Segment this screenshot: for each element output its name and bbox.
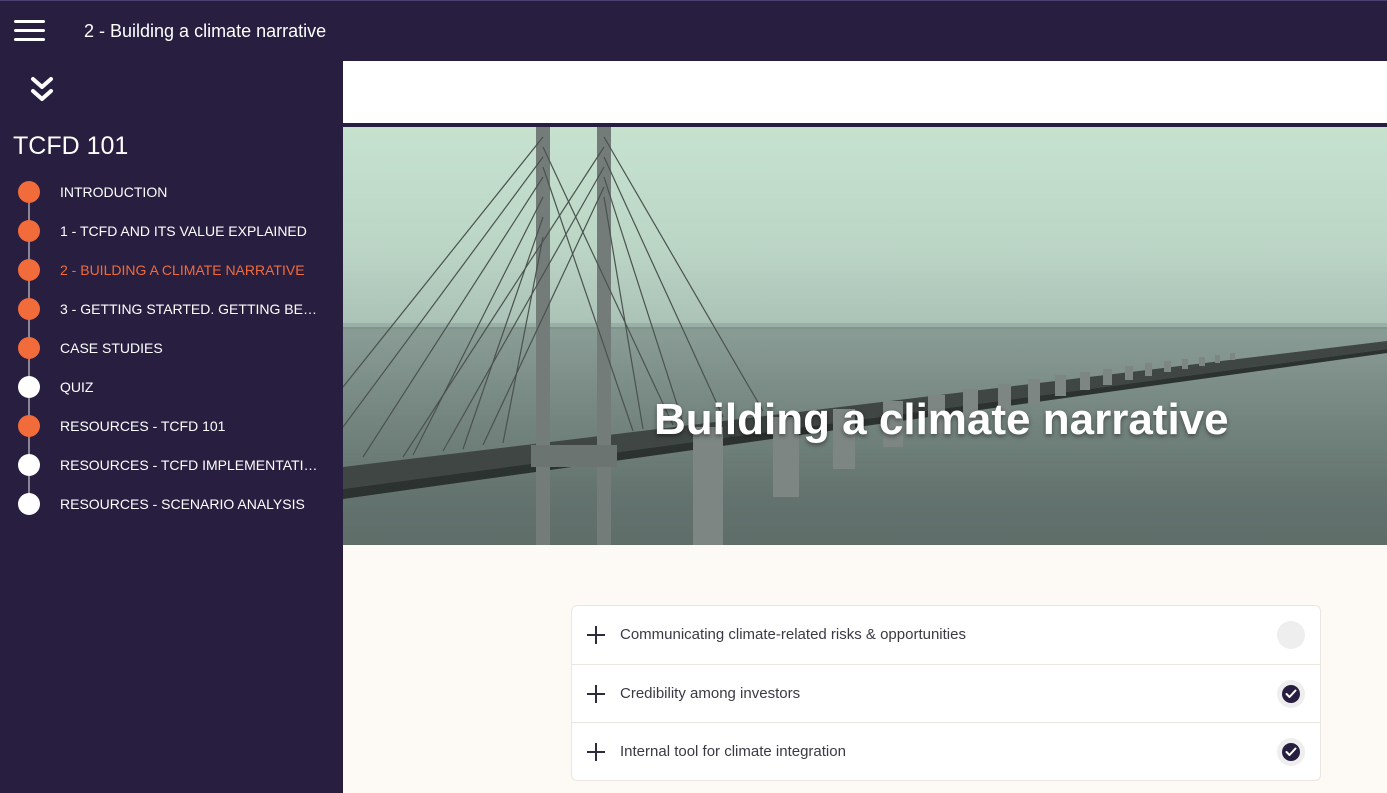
accordion-item-label: Internal tool for climate integration — [620, 743, 846, 760]
hero-banner: Building a climate narrative — [343, 123, 1387, 545]
sidebar-item-label: INTRODUCTION — [60, 184, 168, 200]
bridge-image — [343, 127, 1387, 545]
sidebar-item-resources-tcfd-101[interactable]: RESOURCES - TCFD 101 — [0, 405, 343, 444]
status-dot-complete — [18, 415, 40, 437]
status-dot-complete — [18, 298, 40, 320]
status-dot-complete — [18, 181, 40, 203]
sidebar-item-label: QUIZ — [60, 379, 94, 395]
complete-status-icon — [1277, 738, 1305, 766]
sidebar-item-resources-scenario-analysis[interactable]: RESOURCES - SCENARIO ANALYSIS — [0, 483, 343, 522]
sidebar-item-label: RESOURCES - TCFD 101 — [60, 418, 226, 434]
sidebar-item-label: 2 - BUILDING A CLIMATE NARRATIVE — [60, 262, 305, 278]
status-dot-complete — [18, 337, 40, 359]
status-dot-incomplete — [18, 454, 40, 476]
plus-icon — [587, 685, 605, 703]
main-content: Building a climate narrative Communicati… — [343, 61, 1387, 793]
hero-title: Building a climate narrative — [654, 395, 1229, 444]
status-dot-complete — [18, 259, 40, 281]
top-bar: 2 - Building a climate narrative — [0, 0, 1387, 61]
checkmark-icon — [1282, 743, 1300, 761]
accordion: Communicating climate-related risks & op… — [571, 605, 1321, 781]
sidebar-item-getting-started[interactable]: 3 - GETTING STARTED. GETTING BETTER. — [0, 288, 343, 327]
sidebar-item-label: CASE STUDIES — [60, 340, 163, 356]
sidebar-item-label: RESOURCES - TCFD IMPLEMENTATION — [60, 457, 322, 473]
sidebar-item-case-studies[interactable]: CASE STUDIES — [0, 327, 343, 366]
hamburger-menu-icon[interactable] — [14, 20, 45, 42]
accordion-item[interactable]: Communicating climate-related risks & op… — [572, 606, 1320, 664]
sidebar: TCFD 101 INTRODUCTION 1 - TCFD AND ITS V… — [0, 61, 343, 793]
status-dot-incomplete — [18, 493, 40, 515]
header-spacer — [343, 61, 1387, 123]
complete-status-icon — [1277, 680, 1305, 708]
sidebar-item-resources-tcfd-implementation[interactable]: RESOURCES - TCFD IMPLEMENTATION — [0, 444, 343, 483]
sidebar-item-climate-narrative[interactable]: 2 - BUILDING A CLIMATE NARRATIVE — [0, 249, 343, 288]
lesson-title: 2 - Building a climate narrative — [84, 21, 327, 41]
sidebar-item-label: 3 - GETTING STARTED. GETTING BETTER. — [60, 301, 322, 317]
lesson-nav: INTRODUCTION 1 - TCFD AND ITS VALUE EXPL… — [0, 171, 343, 522]
accordion-item[interactable]: Credibility among investors — [572, 664, 1320, 722]
double-chevron-down-icon[interactable] — [28, 75, 56, 107]
sidebar-item-label: 1 - TCFD AND ITS VALUE EXPLAINED — [60, 223, 307, 239]
accordion-item[interactable]: Internal tool for climate integration — [572, 722, 1320, 780]
sidebar-item-introduction[interactable]: INTRODUCTION — [0, 171, 343, 210]
accordion-item-label: Credibility among investors — [620, 685, 801, 702]
sidebar-item-quiz[interactable]: QUIZ — [0, 366, 343, 405]
sidebar-item-tcfd-value[interactable]: 1 - TCFD AND ITS VALUE EXPLAINED — [0, 210, 343, 249]
incomplete-status-icon — [1277, 621, 1305, 649]
plus-icon — [587, 626, 605, 644]
checkmark-icon — [1282, 685, 1300, 703]
plus-icon — [587, 743, 605, 761]
accordion-item-label: Communicating climate-related risks & op… — [620, 626, 966, 643]
status-dot-incomplete — [18, 376, 40, 398]
status-dot-complete — [18, 220, 40, 242]
sidebar-item-label: RESOURCES - SCENARIO ANALYSIS — [60, 496, 305, 512]
course-title: TCFD 101 — [13, 132, 129, 160]
